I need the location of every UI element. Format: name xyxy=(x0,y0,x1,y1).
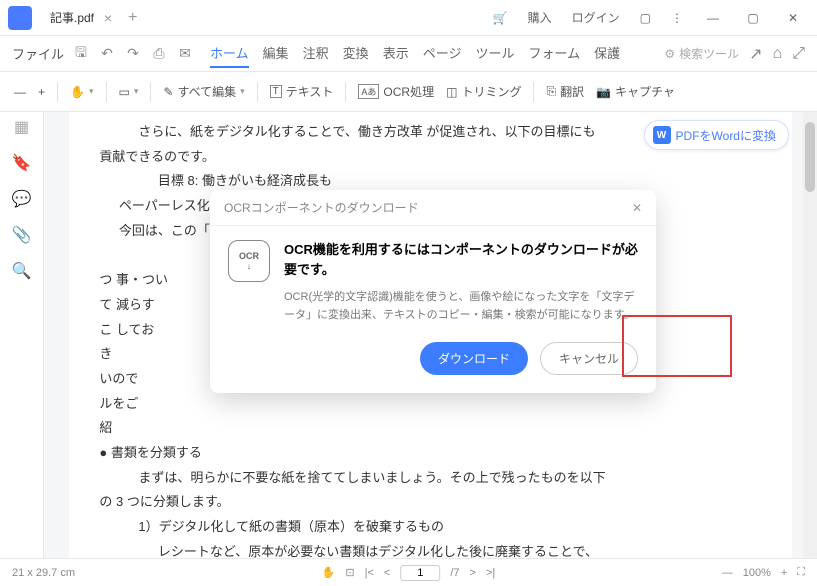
page-total: /7 xyxy=(450,567,459,579)
zoom-in-icon[interactable]: + xyxy=(781,567,787,579)
zoom-out-icon[interactable]: — xyxy=(722,567,733,579)
ocr-badge-icon: OCR↓ xyxy=(228,240,270,282)
fullscreen-icon[interactable]: ⛶ xyxy=(797,566,805,579)
first-page-icon[interactable]: |< xyxy=(365,567,374,579)
next-page-icon[interactable]: > xyxy=(470,567,476,579)
zoom-level: 100% xyxy=(743,567,771,579)
cancel-button[interactable]: キャンセル xyxy=(540,342,638,375)
dialog-description: OCR(光学的文字認識)機能を使うと、画像や絵になった文字を「文字データ」に変換… xyxy=(284,289,638,324)
ocr-download-dialog: OCRコンポーネントのダウンロード ✕ OCR↓ OCR機能を利用するにはコンポ… xyxy=(210,190,656,393)
page-size: 21 x 29.7 cm xyxy=(12,567,75,579)
download-button[interactable]: ダウンロード xyxy=(420,342,528,375)
dialog-close-icon[interactable]: ✕ xyxy=(632,201,642,215)
page-input[interactable] xyxy=(400,565,440,581)
last-page-icon[interactable]: >| xyxy=(486,567,495,579)
dialog-heading: OCR機能を利用するにはコンポーネントのダウンロードが必要です。 xyxy=(284,240,638,279)
hand-mode-icon[interactable]: ✋ xyxy=(322,566,336,579)
fit-icon[interactable]: ⊡ xyxy=(345,566,354,579)
prev-page-icon[interactable]: < xyxy=(384,567,390,579)
dialog-title: OCRコンポーネントのダウンロード xyxy=(224,199,419,216)
